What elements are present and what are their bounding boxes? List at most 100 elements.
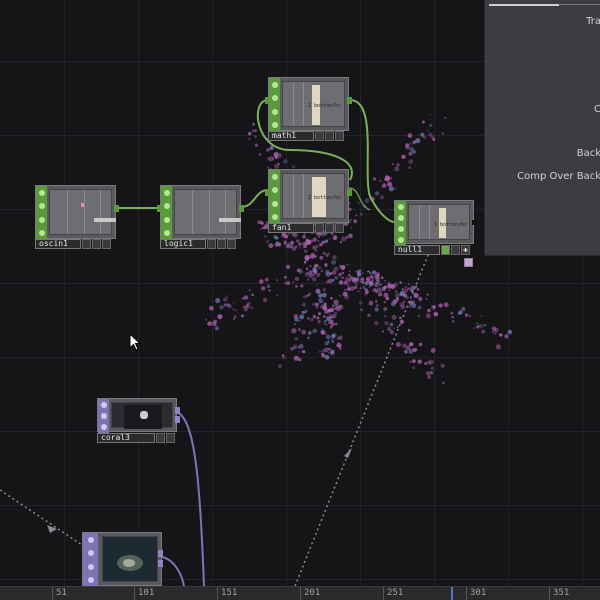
node-toggle-icon[interactable] <box>325 223 334 233</box>
bypass-flag-icon[interactable] <box>271 173 278 180</box>
node-toggle-icon[interactable] <box>217 239 226 249</box>
output-port[interactable] <box>239 205 244 212</box>
timeline-tick: 151 <box>217 587 237 600</box>
parameter-panel[interactable]: Tra C Back Comp Over Back <box>484 0 600 256</box>
node-name-label[interactable]: coral3 <box>97 433 155 443</box>
wire-math-to-null <box>349 99 395 223</box>
node-body[interactable] <box>97 398 177 433</box>
node-viewer <box>174 189 241 235</box>
output-port[interactable] <box>347 189 352 196</box>
lock-flag-icon[interactable] <box>163 203 170 210</box>
timeline-ruler[interactable]: 51 101 151 201 251 301 351 <box>0 586 600 600</box>
node-body[interactable] <box>35 185 116 240</box>
lock-flag-icon[interactable] <box>100 412 107 419</box>
node-flags[interactable] <box>36 186 47 240</box>
node-toggle-icon[interactable] <box>325 131 334 141</box>
node-body[interactable]: 1 botton/bc <box>394 200 474 245</box>
node-viewer: 1 botton/bc <box>408 204 470 240</box>
node-name-label[interactable]: null1 <box>394 245 440 255</box>
node-toggle-icon[interactable] <box>315 223 324 233</box>
param-label: C <box>594 104 600 115</box>
output-port[interactable] <box>472 220 476 225</box>
node-flags[interactable] <box>269 78 280 132</box>
output-port[interactable] <box>114 205 119 212</box>
viewer-flag-icon[interactable] <box>271 214 278 221</box>
timeline-tick: 51 <box>52 587 67 600</box>
panel-slider-fill[interactable] <box>489 4 559 6</box>
display-flag-icon[interactable] <box>38 216 45 223</box>
arrow-head-2 <box>47 525 57 533</box>
viewer-flag-icon[interactable] <box>87 577 94 584</box>
input-port[interactable] <box>265 189 270 196</box>
node-name-label[interactable]: logic1 <box>160 239 206 249</box>
panel-slider-track[interactable] <box>559 4 600 5</box>
node-flags[interactable] <box>269 170 280 224</box>
node-label-row: fan1 <box>268 223 344 233</box>
lock-flag-icon[interactable] <box>38 203 45 210</box>
display-flag-icon[interactable] <box>397 225 404 232</box>
lock-flag-icon[interactable] <box>87 550 94 557</box>
node-toggle-icon[interactable] <box>451 245 460 255</box>
display-flag-icon[interactable] <box>100 424 107 431</box>
node-name-label[interactable]: fan1 <box>268 223 314 233</box>
node-name-label[interactable]: oscin1 <box>35 239 81 249</box>
lock-flag-icon[interactable] <box>397 214 404 221</box>
output-port[interactable] <box>158 550 163 557</box>
node-label-row: coral3 <box>97 433 175 443</box>
node-viewer: 2 botton/bc <box>282 173 345 219</box>
node-toggle-icon[interactable] <box>335 131 344 141</box>
output-port[interactable] <box>175 416 180 423</box>
node-toggle-icon[interactable] <box>82 239 91 249</box>
viewer-flag-icon[interactable] <box>38 230 45 237</box>
node-toggle-icon[interactable] <box>335 223 344 233</box>
bypass-flag-icon[interactable] <box>87 536 94 543</box>
display-flag-icon[interactable] <box>87 563 94 570</box>
lock-flag-icon[interactable] <box>271 95 278 102</box>
display-flag-icon[interactable] <box>271 200 278 207</box>
timeline-playhead[interactable] <box>451 587 453 600</box>
node-output-extension-icon[interactable] <box>464 258 473 267</box>
display-flag-icon[interactable] <box>271 108 278 115</box>
bypass-flag-icon[interactable] <box>397 203 404 210</box>
node-body[interactable]: 2 botton/bc <box>268 169 349 224</box>
node-toggle-icon[interactable] <box>227 239 236 249</box>
node-flags[interactable] <box>395 201 406 245</box>
input-port[interactable] <box>157 205 162 212</box>
timeline-tick: 201 <box>300 587 320 600</box>
node-add-icon[interactable]: ✚ <box>461 245 470 255</box>
viewer-flag-icon[interactable] <box>163 230 170 237</box>
wire-coral3-out <box>176 411 205 586</box>
node-toggle-icon[interactable] <box>441 245 450 255</box>
node-toggle-icon[interactable] <box>315 131 324 141</box>
display-flag-icon[interactable] <box>163 216 170 223</box>
node-flags[interactable] <box>161 186 172 240</box>
param-label: Comp Over Back <box>517 171 600 182</box>
output-port[interactable] <box>347 97 352 104</box>
bypass-flag-icon[interactable] <box>100 401 107 408</box>
bypass-flag-icon[interactable] <box>163 189 170 196</box>
node-viewer <box>102 536 158 582</box>
node-toggle-icon[interactable] <box>92 239 101 249</box>
node-toggle-icon[interactable] <box>156 433 165 443</box>
output-port[interactable] <box>158 560 163 567</box>
bypass-flag-icon[interactable] <box>38 189 45 196</box>
node-body[interactable] <box>82 532 162 586</box>
node-toggle-icon[interactable] <box>207 239 216 249</box>
viewer-flag-icon[interactable] <box>397 236 404 243</box>
node-toggle-icon[interactable] <box>166 433 175 443</box>
channel-readout: 1 botton/bc <box>308 103 342 109</box>
node-body[interactable]: 1 botton/bc <box>268 77 349 132</box>
input-port[interactable] <box>265 97 270 104</box>
node-flags[interactable] <box>83 533 98 586</box>
bypass-flag-icon[interactable] <box>271 81 278 88</box>
timeline-tick: 251 <box>383 587 403 600</box>
node-toggle-icon[interactable] <box>102 239 111 249</box>
wire-logic-to-fan <box>240 189 269 208</box>
node-body[interactable] <box>160 185 241 240</box>
node-viewer <box>111 402 173 429</box>
node-name-label[interactable]: math1 <box>268 131 314 141</box>
node-flags[interactable] <box>98 399 109 433</box>
viewer-flag-icon[interactable] <box>271 122 278 129</box>
lock-flag-icon[interactable] <box>271 187 278 194</box>
output-port[interactable] <box>175 407 180 414</box>
